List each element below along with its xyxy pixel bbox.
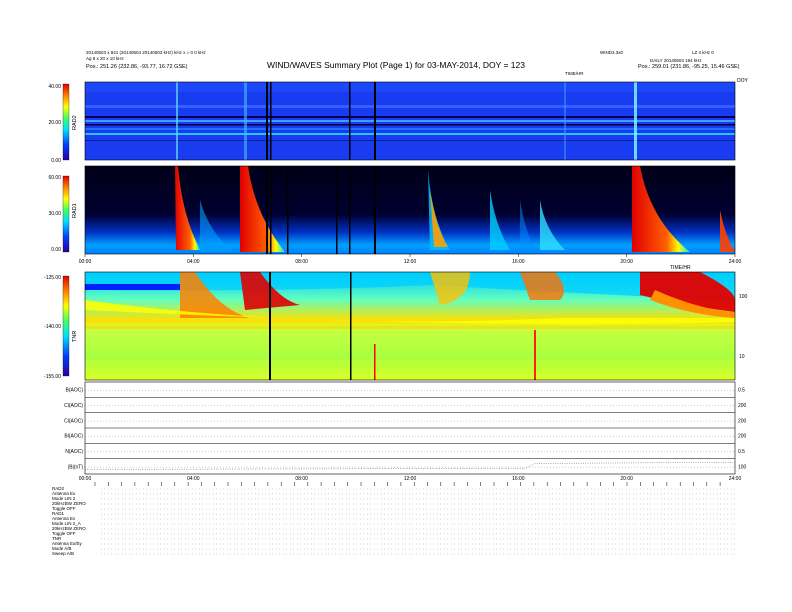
summary-plot: 40.00 20.00 0.00 RAD2 DOY 60.00 30.00 0.… <box>44 78 749 555</box>
panel-label: B(AOC) <box>66 388 84 394</box>
rad2-panel: 40.00 20.00 0.00 RAD2 DOY <box>48 78 748 164</box>
tnr-cb-tick-0: -125.00 <box>44 275 61 281</box>
rad2-cb-tick-1: 20.00 <box>48 120 61 126</box>
rad1-cb-tick-1: 30.00 <box>48 211 61 217</box>
tnr-right-tick-1: 10 <box>739 354 745 360</box>
tnr-top-label: TIME/HR <box>670 265 691 271</box>
parameter-time-tick-label: 16:00 <box>512 476 525 482</box>
footer-line: Sweep A/B <box>52 551 75 556</box>
rad2-cb-tick-2: 0.00 <box>51 158 61 164</box>
rad2-name-label: RAD2 <box>72 115 78 130</box>
rad1-cb-tick-0: 60.00 <box>48 175 61 181</box>
parameter-time-tick-label: 00:00 <box>79 476 92 482</box>
parameter-time-tick-label: 20:00 <box>620 476 633 482</box>
parameter-time-tick-label: 04:00 <box>187 476 200 482</box>
tnr-panel: -125.00 -140.00 -155.00 TNR 100 10 TIME/… <box>44 265 748 381</box>
rad1-time-tick-label: 12:00 <box>404 259 417 265</box>
rad1-time-axis: 00:00 04:00 08:00 12:00 16:00 20:00 24:00 <box>79 254 742 265</box>
rad1-panel: 60.00 30.00 0.00 RAD1 00:00 04:00 08:00 12:… <box>48 165 742 265</box>
rad2-cb-tick-0: 40.00 <box>48 84 61 90</box>
rad1-cb-tick-2: 0.00 <box>51 247 61 253</box>
rad1-time-tick-label: 20:00 <box>620 259 633 265</box>
panel-label: |B|(nT) <box>68 464 83 470</box>
panel-right-tick: 100 <box>738 464 747 470</box>
tnr-cb-tick-1: -140.00 <box>44 324 61 330</box>
rad2-top-right-label: DOY <box>737 78 749 84</box>
parameter-time-axis: 00:00 04:00 08:00 12:00 16:00 20:00 24:00 <box>79 476 742 486</box>
panel-right-tick: 200 <box>738 403 747 409</box>
rad1-name-label: RAD1 <box>72 203 78 218</box>
rad1-time-tick-label: 04:00 <box>187 259 200 265</box>
panel-label: Cl(AOC) <box>64 403 83 409</box>
rad1-time-tick-label: 08:00 <box>295 259 308 265</box>
panel-label: Cl(AOC) <box>64 418 83 424</box>
parameter-time-tick-label: 12:00 <box>404 476 417 482</box>
parameter-time-tick-label: 08:00 <box>295 476 308 482</box>
panel-label: N(AOC) <box>65 449 83 455</box>
rad1-time-tick-label: 00:00 <box>79 259 92 265</box>
parameter-panels: B(AOC) 0.5 Cl(AOC) 200 Cl(AOC) 200 Bl(AOC) 200 N… <box>64 381 747 475</box>
panel-right-tick: 200 <box>738 434 747 440</box>
rad1-time-tick-label: 16:00 <box>512 259 525 265</box>
tnr-name-label: TNR <box>72 331 78 342</box>
parameter-time-tick-label: 24:00 <box>729 476 742 482</box>
rad1-time-tick-label: 24:00 <box>729 259 742 265</box>
tnr-cb-tick-2: -155.00 <box>44 374 61 380</box>
tnr-right-tick-0: 100 <box>739 294 748 300</box>
panel-right-tick: 0.5 <box>738 388 745 394</box>
footer-mode-table <box>101 488 735 555</box>
panel-right-tick: 0.5 <box>738 449 745 455</box>
panel-right-tick: 200 <box>738 418 747 424</box>
panel-label: Bl(AOC) <box>64 434 83 440</box>
